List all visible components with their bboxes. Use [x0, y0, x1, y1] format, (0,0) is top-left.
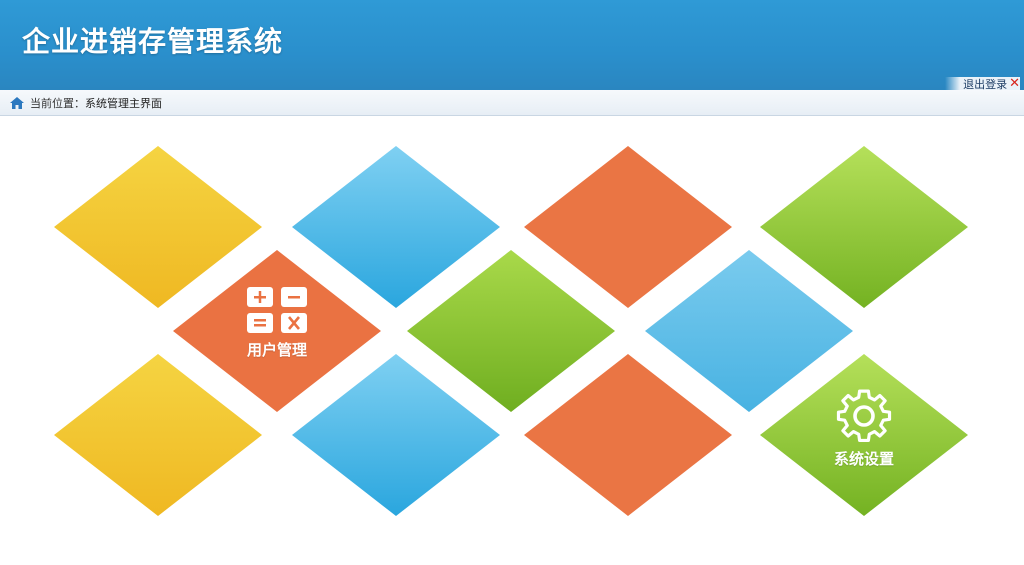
breadcrumb-current[interactable]: 系统管理主界面 [85, 95, 162, 111]
module-tiles: 用户管理 系统设置 [0, 116, 1024, 565]
app-title: 企业进销存管理系统 [22, 25, 284, 58]
breadcrumb: 当前位置： 系统管理主界面 [0, 90, 1024, 116]
tile-system-settings[interactable]: 系统设置 [760, 354, 968, 516]
tile-yellow-bottom-left[interactable] [54, 354, 262, 516]
home-icon [10, 96, 24, 109]
logout-button[interactable]: 退出登录 ✕ [945, 77, 1020, 91]
close-icon: ✕ [1009, 76, 1020, 91]
breadcrumb-prefix: 当前位置： [30, 96, 85, 110]
app-header: 企业进销存管理系统 退出登录 ✕ [0, 0, 1024, 91]
tile-orange-bottom[interactable] [524, 354, 732, 516]
tile-blue-bottom[interactable] [292, 354, 500, 516]
